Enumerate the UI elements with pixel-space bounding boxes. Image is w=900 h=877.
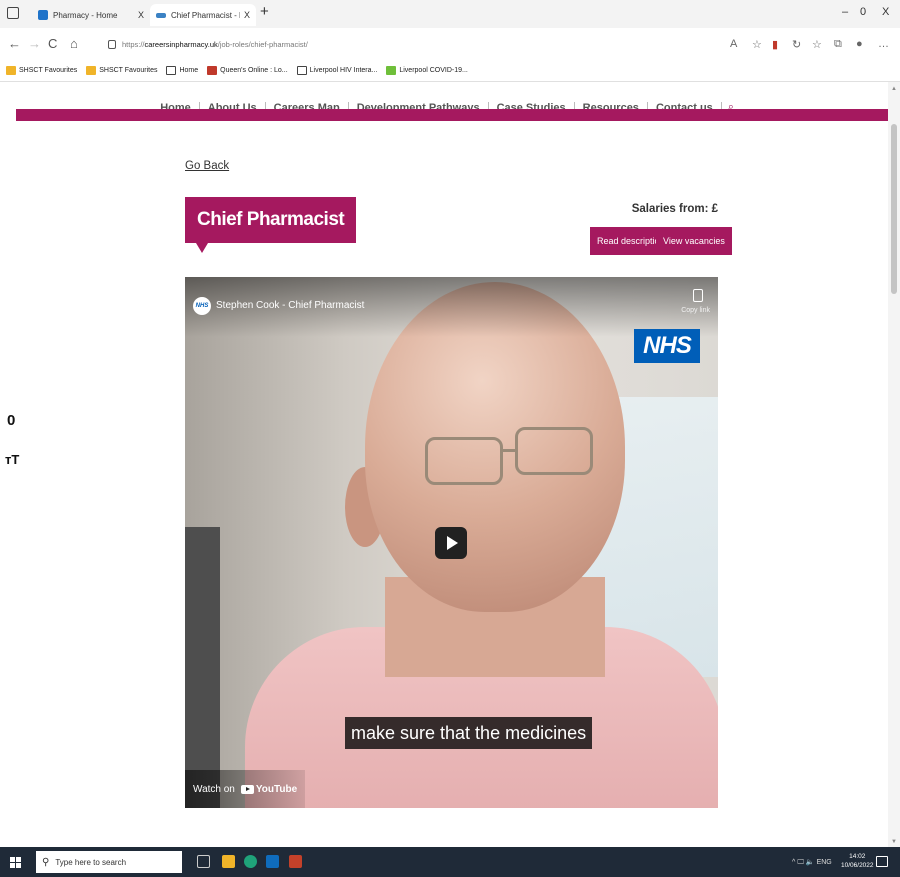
video-glasses-right — [515, 427, 593, 475]
restore-button[interactable]: 0 — [860, 6, 866, 18]
minimize-button[interactable]: – — [842, 6, 848, 18]
bookmarks-bar: SHSCT Favourites SHSCT Favourites Home Q… — [0, 60, 900, 82]
scrollbar-thumb[interactable] — [891, 124, 897, 294]
search-placeholder: Type here to search — [55, 857, 127, 867]
start-button[interactable] — [10, 857, 21, 868]
folder-icon — [86, 66, 97, 75]
tab-chief-pharmacist[interactable]: Chief Pharmacist - Pharmacy Ca X — [150, 4, 256, 26]
bookmark-shsct-favourites-2[interactable]: SHSCT Favourites — [86, 66, 157, 75]
read-aloud-icon[interactable]: A — [730, 38, 737, 50]
scroll-down-icon[interactable]: ▼ — [891, 839, 897, 845]
page-icon — [166, 66, 177, 75]
youtube-logo: YouTube — [240, 783, 298, 795]
text-size-icon[interactable]: тT — [5, 452, 19, 467]
play-icon — [447, 536, 458, 550]
bookmark-label: Home — [179, 67, 199, 74]
refresh-button[interactable]: C — [48, 36, 57, 51]
bookmark-label: Liverpool HIV Intera... — [309, 67, 378, 74]
bookmark-home[interactable]: Home — [166, 66, 198, 75]
contrast-toggle-icon[interactable]: 0 — [7, 412, 15, 429]
bookmark-queens-online[interactable]: Queen's Online : Lo... — [207, 66, 288, 75]
web-page: Home About Us Careers Map Development Pa… — [0, 82, 888, 847]
copy-link-label[interactable]: Copy link — [681, 307, 710, 314]
forward-button[interactable]: → — [28, 36, 41, 51]
page-title: Chief Pharmacist — [185, 197, 357, 243]
clock-date: 10/06/2022 — [841, 862, 874, 869]
copy-link-icon[interactable] — [693, 289, 703, 302]
tab-label: Pharmacy - Home — [53, 10, 118, 20]
video-glasses-left — [425, 437, 503, 485]
url-scheme: https:// — [122, 40, 145, 49]
favorites-list-icon[interactable]: ☆ — [812, 38, 822, 51]
profile-icon[interactable]: ● — [856, 38, 863, 50]
video-title[interactable]: Stephen Cook - Chief Pharmacist — [216, 300, 364, 311]
system-tray[interactable]: ^ 🖵 🔈 ENG — [792, 858, 832, 867]
play-button[interactable] — [435, 527, 467, 559]
powerpoint-icon[interactable] — [289, 855, 302, 868]
green-square-icon — [386, 66, 397, 75]
notifications-icon[interactable] — [876, 856, 888, 867]
bookmark-label: Liverpool COVID-19... — [399, 67, 468, 74]
site-favicon-icon — [156, 12, 166, 18]
header-divider — [16, 109, 888, 121]
tab-strip: Pharmacy - Home X Chief Pharmacist - Pha… — [0, 0, 900, 28]
channel-avatar[interactable]: NHS — [193, 297, 211, 315]
bookmark-label: SHSCT Favourites — [99, 67, 158, 74]
go-back-link[interactable]: Go Back — [185, 160, 229, 172]
site-navigation: Home About Us Careers Map Development Pa… — [0, 82, 888, 114]
url-path: /job-roles/chief-pharmacist/ — [217, 40, 308, 49]
extension-icon[interactable]: ▮ — [772, 38, 778, 51]
bookmark-liverpool-hiv[interactable]: Liverpool HIV Intera... — [296, 66, 378, 75]
taskbar-clock[interactable]: 14:02 10/06/2022 — [841, 852, 874, 870]
search-icon: ⚲ — [42, 856, 50, 868]
shield-icon — [207, 66, 218, 75]
edge-browser-icon[interactable] — [244, 855, 257, 868]
watch-on-youtube-button[interactable]: Watch on YouTube — [185, 770, 306, 808]
view-vacancies-button[interactable]: View vacancies — [656, 227, 732, 255]
url-host: careersinpharmacy.uk — [144, 40, 218, 49]
bookmark-shsct-favourites-1[interactable]: SHSCT Favourites — [6, 66, 77, 75]
tab-pharmacy-home[interactable]: Pharmacy - Home X — [32, 4, 150, 26]
bookmark-label: Queen's Online : Lo... — [220, 67, 288, 74]
sharepoint-favicon-icon — [38, 10, 48, 20]
refresh-icon[interactable]: ↻ — [792, 38, 801, 51]
clock-time: 14:02 — [849, 853, 866, 860]
salaries-label: Salaries from: £ — [631, 203, 718, 215]
bookmark-label: SHSCT Favourites — [19, 67, 78, 74]
task-view-icon[interactable] — [197, 855, 210, 868]
outlook-icon[interactable] — [266, 855, 279, 868]
video-glasses-bridge — [501, 449, 517, 452]
tab-label: Chief Pharmacist - Pharmacy Ca — [171, 10, 240, 20]
back-button[interactable]: ← — [8, 36, 21, 51]
file-explorer-icon[interactable] — [222, 855, 235, 868]
title-pointer — [196, 243, 208, 253]
nhs-logo: NHS — [634, 329, 700, 363]
tab-close-icon[interactable]: X — [244, 10, 250, 20]
taskbar-search-input[interactable]: ⚲ Type here to search — [36, 851, 182, 873]
close-window-button[interactable]: X — [882, 6, 889, 18]
windows-taskbar: ⚲ Type here to search ^ 🖵 🔈 ENG 14:02 10… — [0, 847, 900, 877]
collections-icon[interactable]: ⧉ — [834, 38, 842, 51]
address-bar-row: ← → C ⌂ https:// careersinpharmacy.uk /j… — [0, 28, 900, 60]
scroll-up-icon[interactable]: ▲ — [891, 86, 897, 92]
tab-close-icon[interactable]: X — [138, 10, 144, 20]
youtube-play-icon — [240, 784, 254, 794]
page-scrollbar[interactable]: ▲ ▼ — [888, 82, 900, 847]
page-icon — [296, 66, 307, 75]
youtube-wordmark: YouTube — [255, 783, 298, 795]
home-button[interactable]: ⌂ — [70, 36, 78, 51]
more-icon[interactable]: … — [878, 38, 889, 50]
video-monitor-shape — [185, 527, 220, 808]
url-input[interactable]: https:// careersinpharmacy.uk /job-roles… — [108, 35, 728, 54]
favorites-star-icon[interactable]: ☆ — [752, 38, 762, 51]
new-tab-button[interactable]: + — [260, 3, 269, 20]
youtube-video-player[interactable]: NHS Stephen Cook - Chief Pharmacist Copy… — [185, 277, 718, 808]
window-menu-icon[interactable] — [7, 7, 19, 19]
watch-on-label: Watch on — [193, 783, 235, 795]
bookmark-liverpool-covid[interactable]: Liverpool COVID-19... — [386, 66, 468, 75]
folder-icon — [6, 66, 16, 75]
lock-icon — [108, 40, 116, 49]
video-caption: make sure that the medicines — [345, 717, 593, 749]
